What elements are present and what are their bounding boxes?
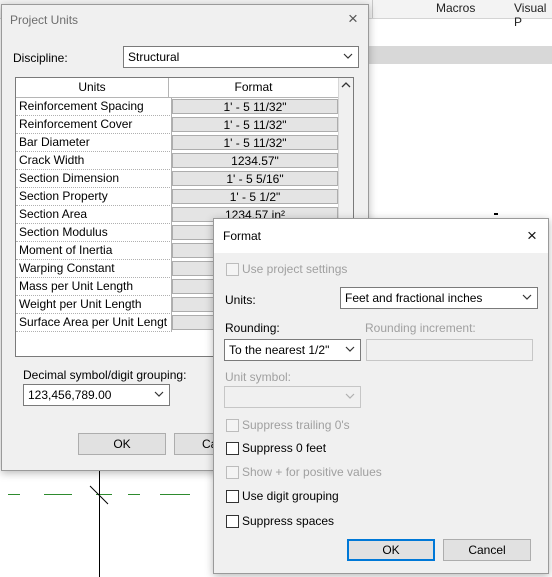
use-project-settings-checkbox[interactable] bbox=[226, 263, 239, 276]
format-titlebar bbox=[214, 219, 548, 253]
table-row: Reinforcement Cover 1' - 5 11/32" bbox=[16, 116, 338, 134]
grid-line-segment bbox=[160, 494, 190, 495]
suppress-trailing-zeros-checkbox[interactable] bbox=[226, 419, 239, 432]
format-button[interactable]: 1234.57" bbox=[172, 153, 338, 168]
ribbon-tab-visual[interactable]: Visual P bbox=[514, 1, 552, 29]
show-plus-label: Show + for positive values bbox=[242, 465, 382, 479]
units-value: Feet and fractional inches bbox=[345, 291, 483, 305]
unit-symbol-label: Unit symbol: bbox=[225, 370, 292, 384]
unit-name: Weight per Unit Length bbox=[16, 296, 172, 314]
table-row: Bar Diameter 1' - 5 11/32" bbox=[16, 134, 338, 152]
ok-button[interactable]: OK bbox=[78, 433, 166, 455]
rounding-select[interactable]: To the nearest 1/2" bbox=[224, 339, 361, 361]
chevron-down-icon bbox=[345, 346, 355, 352]
suppress-zero-feet-label: Suppress 0 feet bbox=[242, 441, 327, 455]
table-row: Crack Width 1234.57" bbox=[16, 152, 338, 170]
show-plus-checkbox[interactable] bbox=[226, 466, 239, 479]
rounding-label: Rounding: bbox=[225, 321, 280, 335]
rounding-value: To the nearest 1/2" bbox=[229, 343, 330, 357]
unit-name: Section Property bbox=[16, 188, 172, 206]
dialog-title: Project Units bbox=[10, 13, 79, 27]
suppress-spaces-checkbox[interactable] bbox=[226, 515, 239, 528]
decimal-grouping-value: 123,456,789.00 bbox=[28, 388, 112, 402]
grid-line-segment bbox=[8, 494, 20, 495]
view-tab-strip bbox=[362, 46, 552, 64]
table-row: Section Dimension 1' - 5 5/16" bbox=[16, 170, 338, 188]
ribbon-separator bbox=[372, 0, 373, 18]
format-button[interactable]: 1' - 5 5/16" bbox=[172, 171, 338, 186]
use-project-settings-label: Use project settings bbox=[242, 262, 348, 276]
unit-name: Moment of Inertia bbox=[16, 242, 172, 260]
units-label: Units: bbox=[225, 293, 256, 307]
use-digit-grouping-label: Use digit grouping bbox=[242, 489, 339, 503]
chevron-down-icon bbox=[154, 391, 164, 397]
discipline-select[interactable]: Structural bbox=[123, 46, 359, 68]
units-select[interactable]: Feet and fractional inches bbox=[340, 287, 538, 309]
grid-line-segment bbox=[128, 494, 140, 495]
format-button[interactable]: 1' - 5 1/2" bbox=[172, 189, 338, 204]
unit-symbol-select[interactable] bbox=[224, 386, 361, 408]
unit-name: Bar Diameter bbox=[16, 134, 172, 152]
chevron-down-icon bbox=[345, 393, 355, 399]
dialog-title: Format bbox=[223, 229, 262, 243]
discipline-label: Discipline: bbox=[13, 51, 68, 65]
grid-line-segment bbox=[44, 494, 72, 495]
column-header-format[interactable]: Format bbox=[169, 78, 338, 98]
suppress-trailing-zeros-label: Suppress trailing 0's bbox=[242, 418, 350, 432]
ribbon-tab-macros[interactable]: Macros bbox=[436, 1, 475, 15]
drawing-tick-mark bbox=[494, 213, 498, 215]
unit-name: Reinforcement Cover bbox=[16, 116, 172, 134]
chevron-down-icon bbox=[343, 53, 353, 59]
table-row: Section Property 1' - 5 1/2" bbox=[16, 188, 338, 206]
rounding-increment-label: Rounding increment: bbox=[365, 321, 476, 335]
column-header-units[interactable]: Units bbox=[16, 78, 169, 98]
unit-name: Warping Constant bbox=[16, 260, 172, 278]
unit-name: Mass per Unit Length bbox=[16, 278, 172, 296]
scroll-up-icon[interactable] bbox=[341, 80, 351, 90]
use-digit-grouping-checkbox[interactable] bbox=[226, 490, 239, 503]
format-dialog: Format × Use project settings Units: Fee… bbox=[213, 218, 549, 574]
suppress-zero-feet-checkbox[interactable] bbox=[226, 442, 239, 455]
format-button[interactable]: 1' - 5 11/32" bbox=[172, 135, 338, 150]
unit-name: Section Dimension bbox=[16, 170, 172, 188]
suppress-spaces-label: Suppress spaces bbox=[242, 514, 335, 528]
ok-button[interactable]: OK bbox=[347, 539, 435, 561]
unit-name: Crack Width bbox=[16, 152, 172, 170]
unit-name: Reinforcement Spacing bbox=[16, 98, 172, 116]
format-button[interactable]: 1' - 5 11/32" bbox=[172, 117, 338, 132]
format-button[interactable]: 1' - 5 11/32" bbox=[172, 99, 338, 114]
chevron-down-icon bbox=[522, 294, 532, 300]
close-icon[interactable]: × bbox=[525, 227, 539, 244]
discipline-value: Structural bbox=[128, 50, 180, 64]
unit-name: Surface Area per Unit Lengt bbox=[16, 314, 172, 332]
table-row: Reinforcement Spacing 1' - 5 11/32" bbox=[16, 98, 338, 116]
grid-intersection-mark bbox=[89, 485, 109, 505]
unit-name: Section Area bbox=[16, 206, 172, 224]
cancel-button[interactable]: Cancel bbox=[443, 539, 531, 561]
close-icon[interactable]: × bbox=[346, 10, 360, 27]
decimal-grouping-select[interactable]: 123,456,789.00 bbox=[23, 384, 170, 406]
decimal-grouping-label: Decimal symbol/digit grouping: bbox=[23, 368, 187, 382]
rounding-increment-input[interactable] bbox=[366, 339, 533, 361]
unit-name: Section Modulus bbox=[16, 224, 172, 242]
